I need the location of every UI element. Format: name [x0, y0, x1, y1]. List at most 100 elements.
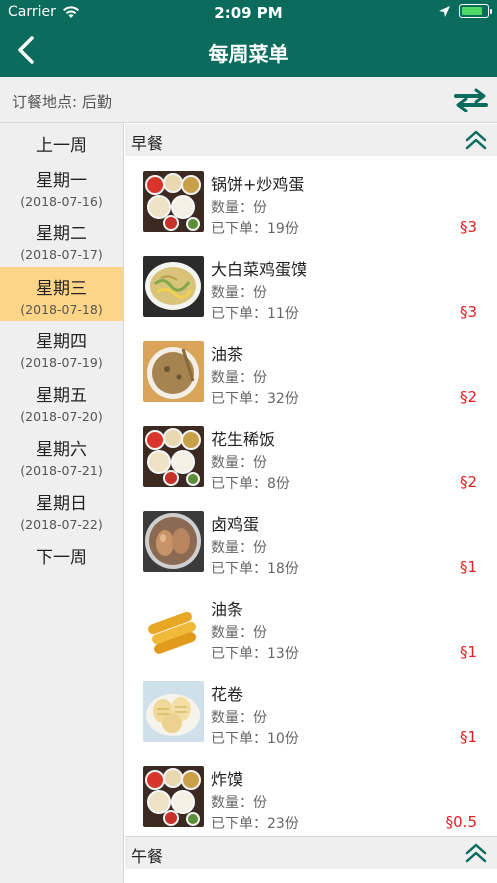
dish-name: 锅饼+炒鸡蛋 — [211, 175, 305, 194]
day-date: (2018-07-18) — [20, 302, 103, 317]
dish-name: 卤鸡蛋 — [211, 515, 260, 534]
day-label: 星期六 — [36, 440, 87, 460]
day-date: (2018-07-21) — [20, 463, 103, 478]
day-item-fri[interactable]: 星期五 (2018-07-20) — [0, 375, 123, 427]
day-item-wed[interactable]: 星期三 (2018-07-18) — [0, 267, 123, 321]
dish-photo — [143, 256, 204, 317]
menu-content: 早餐 锅饼+炒鸡蛋 数量：份 已下单：19份 §3 大白菜鸡蛋馍 数量：份 已下… — [125, 123, 497, 883]
dish-row[interactable]: 炸馍 数量：份 已下单：23份 §0.5 — [125, 756, 497, 841]
dish-ordered: 已下单：13份 — [211, 646, 299, 662]
dish-price: §0.5 — [445, 813, 477, 831]
location-label: 订餐地点: 后勤 — [12, 93, 112, 111]
swap-location-button[interactable] — [453, 83, 489, 117]
dish-name: 花卷 — [211, 685, 244, 704]
day-item-thu[interactable]: 星期四 (2018-07-19) — [0, 321, 123, 373]
dish-row[interactable]: 锅饼+炒鸡蛋 数量：份 已下单：19份 §3 — [125, 161, 497, 246]
status-bar: Carrier 2:09 PM — [0, 0, 497, 26]
day-label: 星期三 — [36, 279, 87, 299]
swap-arrows-icon — [454, 88, 488, 112]
dish-qty: 数量：份 — [211, 795, 267, 811]
dish-photo — [143, 171, 204, 232]
dish-ordered: 已下单：8份 — [211, 476, 290, 492]
day-date: (2018-07-19) — [20, 355, 103, 370]
cabbage-egg-image — [143, 256, 204, 317]
breakfast-spread-image — [143, 171, 204, 232]
dish-price: §2 — [459, 473, 477, 491]
day-item-tue[interactable]: 星期二 (2018-07-17) — [0, 213, 123, 265]
dish-row[interactable]: 卤鸡蛋 数量：份 已下单：18份 §1 — [125, 501, 497, 586]
dish-name: 油条 — [211, 600, 244, 619]
prev-week-button[interactable]: 上一周 — [0, 131, 123, 156]
dish-ordered: 已下单：23份 — [211, 816, 299, 832]
dish-qty: 数量：份 — [211, 455, 267, 471]
dish-photo — [143, 341, 204, 402]
dish-qty: 数量：份 — [211, 200, 267, 216]
day-date: (2018-07-22) — [20, 517, 103, 532]
dish-qty: 数量：份 — [211, 625, 267, 641]
battery-fill — [462, 7, 482, 15]
dish-ordered: 已下单：32份 — [211, 391, 299, 407]
next-week-button[interactable]: 下一周 — [0, 543, 123, 568]
day-item-sun[interactable]: 星期日 (2018-07-22) — [0, 483, 123, 535]
dish-row[interactable]: 油茶 数量：份 已下单：32份 §2 — [125, 331, 497, 416]
dish-qty: 数量：份 — [211, 370, 267, 386]
dish-price: §2 — [459, 388, 477, 406]
dish-qty: 数量：份 — [211, 285, 267, 301]
dish-row[interactable]: 大白菜鸡蛋馍 数量：份 已下单：11份 §3 — [125, 246, 497, 331]
location-bar: 订餐地点: 后勤 — [0, 77, 497, 123]
day-label: 星期四 — [36, 332, 87, 352]
dish-photo — [143, 511, 204, 572]
dish-ordered: 已下单：18份 — [211, 561, 299, 577]
top-bar: Carrier 2:09 PM 每周菜单 — [0, 0, 497, 77]
day-label: 星期一 — [36, 171, 87, 191]
dish-ordered: 已下单：10份 — [211, 731, 299, 747]
dish-price: §3 — [459, 218, 477, 236]
oil-tea-soup-image — [143, 341, 204, 402]
nav-bar: 每周菜单 — [0, 26, 497, 77]
day-label: 星期二 — [36, 224, 87, 244]
dish-name: 油茶 — [211, 345, 244, 364]
steamed-roll-image — [143, 681, 204, 742]
location-arrow-icon — [439, 5, 450, 17]
dish-qty: 数量：份 — [211, 710, 267, 726]
dish-name: 炸馍 — [211, 770, 244, 789]
page-title: 每周菜单 — [208, 42, 289, 66]
day-label: 星期五 — [36, 386, 87, 406]
dish-row[interactable]: 花卷 数量：份 已下单：10份 §1 — [125, 671, 497, 756]
dish-price: §1 — [459, 643, 477, 661]
dish-ordered: 已下单：19份 — [211, 221, 299, 237]
battery-icon — [459, 4, 492, 18]
section-header-breakfast[interactable]: 早餐 — [125, 124, 497, 156]
dish-photo — [143, 596, 204, 657]
day-label: 星期日 — [36, 494, 87, 514]
dish-name: 花生稀饭 — [211, 430, 276, 449]
breakfast-spread-image — [143, 766, 204, 827]
dish-photo — [143, 426, 204, 487]
dish-name: 大白菜鸡蛋馍 — [211, 260, 308, 279]
day-date: (2018-07-17) — [20, 247, 103, 262]
dish-row[interactable]: 花生稀饭 数量：份 已下单：8份 §2 — [125, 416, 497, 501]
day-item-sat[interactable]: 星期六 (2018-07-21) — [0, 429, 123, 481]
status-right — [438, 4, 492, 18]
braised-egg-image — [143, 511, 204, 572]
day-date: (2018-07-20) — [20, 409, 103, 424]
collapse-chevron-up-icon[interactable] — [463, 127, 489, 153]
dish-price: §3 — [459, 303, 477, 321]
dish-photo — [143, 681, 204, 742]
breakfast-spread-image — [143, 426, 204, 487]
dish-price: §1 — [459, 728, 477, 746]
fried-dough-stick-image — [143, 596, 204, 657]
status-time: 2:09 PM — [214, 4, 283, 22]
dish-photo — [143, 766, 204, 827]
week-sidebar: 上一周 星期一 (2018-07-16) 星期二 (2018-07-17) 星期… — [0, 123, 124, 883]
day-date: (2018-07-16) — [20, 194, 103, 209]
dish-price: §1 — [459, 558, 477, 576]
section-title: 早餐 — [131, 134, 164, 153]
day-item-mon[interactable]: 星期一 (2018-07-16) — [0, 160, 123, 212]
section-title: 午餐 — [131, 847, 164, 866]
dish-qty: 数量：份 — [211, 540, 267, 556]
dish-ordered: 已下单：11份 — [211, 306, 299, 322]
dish-row[interactable]: 油条 数量：份 已下单：13份 §1 — [125, 586, 497, 671]
collapse-chevron-up-icon[interactable] — [463, 840, 489, 866]
section-header-lunch[interactable]: 午餐 — [125, 837, 497, 869]
